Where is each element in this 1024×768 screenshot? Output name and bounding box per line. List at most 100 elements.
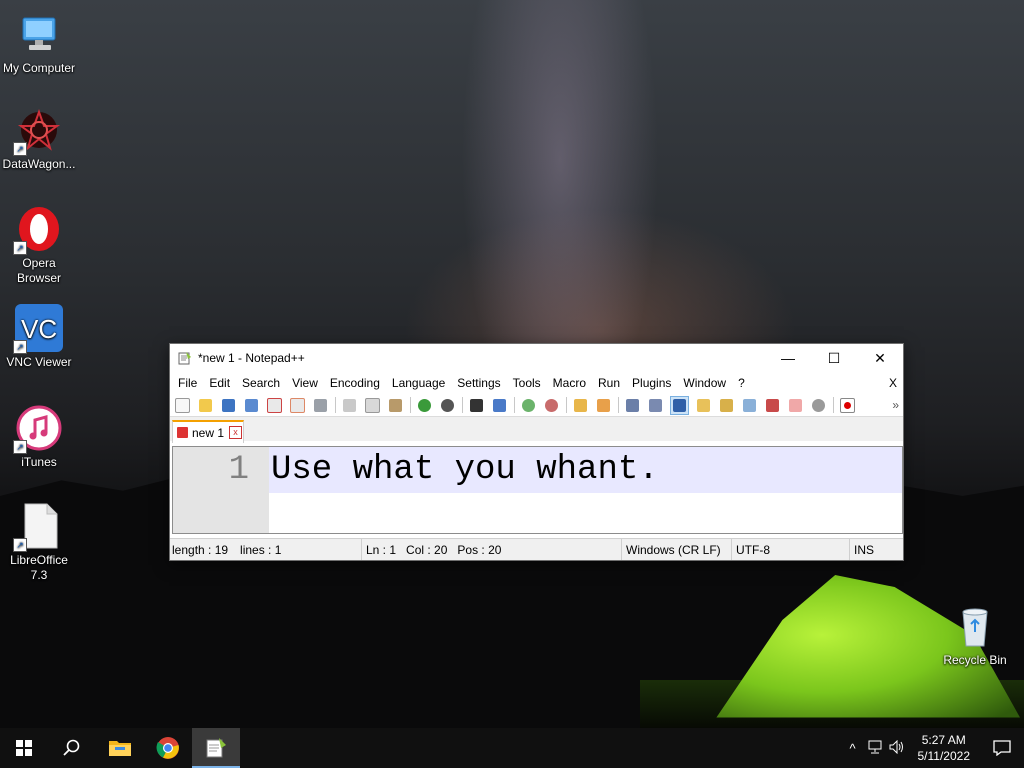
chrome-icon (156, 737, 179, 759)
copy-button[interactable] (364, 397, 381, 414)
document-map-button[interactable] (718, 397, 735, 414)
status-length-lines: length : 19 lines : 1 (170, 539, 362, 560)
zoom-out-icon (545, 398, 558, 412)
menu-file[interactable]: File (172, 376, 203, 390)
monitoring-button[interactable] (810, 397, 827, 414)
close-document-button[interactable]: X (889, 376, 903, 390)
menu-bar: File Edit Search View Encoding Language … (170, 372, 903, 394)
record-icon (840, 397, 855, 413)
binoculars-icon (470, 398, 483, 412)
taskbar: ^ 5:27 AM 5/11/2022 (0, 728, 1024, 768)
zoom-out-button[interactable] (543, 397, 560, 414)
editor-area[interactable]: 1 Use what you whant. (172, 446, 903, 534)
taskbar-notepad-plus-plus[interactable] (192, 728, 240, 768)
close-file-button[interactable] (266, 397, 283, 414)
close-button[interactable]: ✕ (857, 344, 903, 372)
menu-tools[interactable]: Tools (507, 376, 547, 390)
function-list-button[interactable] (764, 397, 781, 414)
clock[interactable]: 5:27 AM 5/11/2022 (908, 732, 981, 764)
sync-horizontal-button[interactable] (595, 397, 612, 414)
status-length: length : 19 (172, 542, 229, 557)
print-button[interactable] (312, 397, 329, 414)
status-pos: Pos : 20 (457, 542, 502, 557)
indent-guide-icon (673, 398, 686, 412)
find-button[interactable] (468, 397, 485, 414)
print-icon (314, 398, 327, 412)
editor-text[interactable]: Use what you whant. (271, 451, 659, 489)
show-hidden-icons-button[interactable]: ^ (842, 741, 864, 756)
menu-language[interactable]: Language (386, 376, 451, 390)
replace-button[interactable] (491, 397, 508, 414)
toolbar-overflow-button[interactable]: » (892, 398, 899, 412)
paste-button[interactable] (387, 397, 404, 414)
udl-icon (697, 398, 710, 412)
menu-macro[interactable]: Macro (547, 376, 592, 390)
menu-run[interactable]: Run (592, 376, 626, 390)
document-list-icon (743, 398, 756, 412)
record-macro-button[interactable] (839, 397, 856, 414)
show-all-characters-button[interactable] (647, 397, 664, 414)
tab-bar: new 1 x (170, 416, 903, 443)
folder-as-workspace-button[interactable] (787, 397, 804, 414)
desktop-icon-vnc-viewer[interactable]: VC ↗ VNC Viewer (1, 304, 77, 370)
search-button[interactable] (48, 728, 96, 768)
document-list-button[interactable] (741, 397, 758, 414)
system-tray: ^ 5:27 AM 5/11/2022 (842, 728, 1024, 768)
undo-button[interactable] (416, 397, 433, 414)
close-all-button[interactable] (289, 397, 306, 414)
indent-guide-button[interactable] (670, 395, 689, 415)
desktop-icon-libreoffice[interactable]: ↗ LibreOffice 7.3 (1, 502, 77, 583)
desktop-icon-recycle-bin[interactable]: Recycle Bin (937, 602, 1013, 668)
sync-vertical-button[interactable] (572, 397, 589, 414)
maximize-button[interactable]: ☐ (811, 344, 857, 372)
zoom-in-button[interactable] (520, 397, 537, 414)
title-bar[interactable]: *new 1 - Notepad++ — ☐ ✕ (170, 344, 903, 372)
eye-icon (812, 398, 825, 412)
save-button[interactable] (220, 397, 237, 414)
menu-plugins[interactable]: Plugins (626, 376, 677, 390)
status-col: Col : 20 (406, 542, 448, 557)
status-encoding[interactable]: UTF-8 (732, 539, 850, 560)
document-icon: ↗ (13, 502, 63, 552)
action-center-button[interactable] (980, 728, 1024, 768)
desktop-icon-datawagon[interactable]: ↗ DataWagon... (1, 106, 77, 172)
taskbar-file-explorer[interactable] (96, 728, 144, 768)
word-wrap-button[interactable] (624, 397, 641, 414)
replace-icon (493, 398, 506, 412)
tab-close-icon[interactable]: x (229, 426, 243, 439)
desktop-icon-label: Recycle Bin (943, 653, 1007, 667)
volume-icon[interactable] (886, 739, 908, 757)
clock-date: 5/11/2022 (917, 749, 971, 763)
vnc-viewer-icon: VC ↗ (13, 304, 63, 354)
close-file-icon (267, 397, 282, 413)
open-file-button[interactable] (197, 397, 214, 414)
menu-help[interactable]: ? (732, 376, 751, 390)
toolbar-separator (566, 397, 567, 413)
folder-open-icon (199, 398, 212, 412)
tab-new-1[interactable]: new 1 x (172, 420, 244, 443)
minimize-button[interactable]: — (765, 344, 811, 372)
network-icon[interactable] (864, 740, 886, 757)
start-button[interactable] (0, 728, 48, 768)
menu-edit[interactable]: Edit (203, 376, 236, 390)
status-insert-mode[interactable]: INS (850, 539, 901, 560)
menu-view[interactable]: View (286, 376, 324, 390)
unsaved-file-icon (177, 427, 188, 438)
cut-button[interactable] (341, 397, 358, 414)
toolbar-separator (410, 397, 411, 413)
taskbar-chrome[interactable] (144, 728, 192, 768)
menu-search[interactable]: Search (236, 376, 286, 390)
save-all-button[interactable] (243, 397, 260, 414)
desktop-icon-itunes[interactable]: ↗ iTunes (1, 404, 77, 470)
desktop-icon-opera[interactable]: ↗ Opera Browser (1, 205, 77, 286)
user-defined-language-button[interactable] (695, 397, 712, 414)
new-file-button[interactable] (174, 397, 191, 414)
status-eol[interactable]: Windows (CR LF) (622, 539, 732, 560)
recycle-bin-icon (951, 602, 999, 650)
menu-encoding[interactable]: Encoding (324, 376, 386, 390)
itunes-icon: ↗ (13, 404, 63, 454)
redo-button[interactable] (439, 397, 456, 414)
menu-window[interactable]: Window (677, 376, 732, 390)
menu-settings[interactable]: Settings (451, 376, 506, 390)
desktop-icon-my-computer[interactable]: My Computer (1, 10, 77, 76)
